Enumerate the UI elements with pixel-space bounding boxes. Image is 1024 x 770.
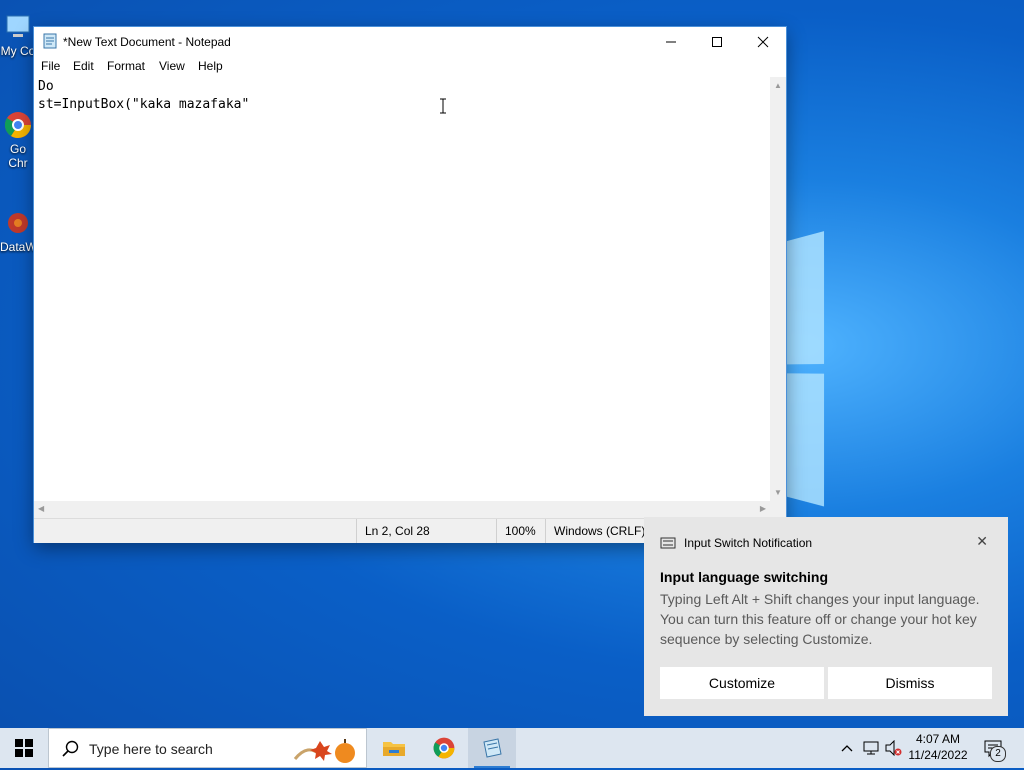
minimize-icon — [666, 41, 676, 43]
status-position: Ln 2, Col 28 — [356, 519, 496, 543]
taskbar-chrome[interactable] — [420, 728, 468, 768]
menu-edit[interactable]: Edit — [73, 59, 94, 73]
taskbar-notepad[interactable] — [468, 728, 516, 768]
notification-close-icon[interactable]: ✕ — [976, 533, 988, 550]
menu-bar: File Edit Format View Help — [34, 57, 786, 77]
notification-count-badge: 2 — [990, 746, 1006, 762]
vertical-scrollbar[interactable]: ▲ ▼ — [770, 77, 786, 501]
desktop-icon-label: Go Chr — [8, 142, 28, 170]
desktop-icon-chrome[interactable]: Go Chr — [0, 110, 36, 170]
action-center-button[interactable]: 2 — [978, 728, 1008, 768]
editor-line-2: st=InputBox("kaka mazafaka" — [38, 97, 250, 112]
horizontal-scrollbar[interactable]: ◀ ▶ — [34, 501, 770, 518]
desktop-icon-my-computer[interactable]: My Co — [0, 12, 36, 58]
taskbar: Type here to search 4:07 AM 11/24/2022 2 — [0, 728, 1024, 768]
chrome-icon — [3, 110, 33, 140]
status-zoom: 100% — [496, 519, 546, 543]
scroll-up-icon[interactable]: ▲ — [774, 81, 782, 90]
show-hidden-icons-chevron-up-icon[interactable] — [836, 728, 858, 768]
taskbar-search-box[interactable]: Type here to search — [48, 728, 367, 768]
start-button[interactable] — [0, 728, 48, 768]
notepad-window: *New Text Document - Notepad File Edit F… — [34, 27, 786, 543]
search-placeholder: Type here to search — [89, 741, 213, 757]
title-bar[interactable]: *New Text Document - Notepad — [34, 27, 786, 57]
close-icon — [757, 36, 769, 48]
dismiss-button[interactable]: Dismiss — [828, 667, 992, 699]
folder-icon — [383, 742, 405, 756]
scroll-right-icon[interactable]: ▶ — [760, 504, 766, 513]
system-clock[interactable]: 4:07 AM 11/24/2022 — [904, 731, 972, 763]
close-button[interactable] — [740, 27, 786, 57]
clock-date: 11/24/2022 — [908, 748, 968, 762]
chrome-icon — [433, 737, 455, 759]
clock-time: 4:07 AM — [915, 732, 961, 746]
menu-file[interactable]: File — [41, 59, 60, 73]
menu-view[interactable]: View — [159, 59, 185, 73]
scroll-left-icon[interactable]: ◀ — [38, 504, 44, 513]
notification-title: Input language switching — [660, 569, 828, 585]
network-icon[interactable] — [860, 728, 882, 768]
editor-line-1: Do — [38, 79, 54, 94]
window-title: *New Text Document - Notepad — [63, 35, 231, 49]
scrollbar-corner — [770, 501, 786, 518]
input-switch-notification: Input Switch Notification ✕ Input langua… — [644, 517, 1008, 716]
notification-body: Typing Left Alt + Shift changes your inp… — [660, 591, 980, 647]
datawrapper-icon — [3, 208, 33, 238]
desktop-icon-label: My Co — [0, 44, 36, 58]
keyboard-icon — [660, 536, 676, 550]
scroll-down-icon[interactable]: ▼ — [774, 488, 782, 497]
notepad-icon — [42, 33, 58, 49]
minimize-button[interactable] — [648, 27, 694, 57]
notification-header: Input Switch Notification — [684, 536, 813, 550]
notepad-icon — [483, 738, 502, 758]
menu-format[interactable]: Format — [107, 59, 145, 73]
taskbar-file-explorer[interactable] — [370, 728, 418, 768]
search-icon — [61, 740, 79, 763]
windows-start-icon — [15, 739, 33, 757]
autumn-leaves-icon — [290, 733, 360, 770]
desktop-icon-label: DataW — [0, 240, 37, 254]
text-editor[interactable]: Do st=InputBox("kaka mazafaka" — [34, 77, 770, 501]
menu-help[interactable]: Help — [198, 59, 223, 73]
computer-icon — [3, 12, 33, 42]
maximize-icon — [712, 37, 722, 47]
text-cursor-icon — [439, 98, 447, 119]
volume-muted-icon[interactable] — [882, 728, 904, 768]
maximize-button[interactable] — [694, 27, 740, 57]
desktop-icon-datawrapper[interactable]: DataW — [0, 208, 37, 254]
customize-button[interactable]: Customize — [660, 667, 824, 699]
